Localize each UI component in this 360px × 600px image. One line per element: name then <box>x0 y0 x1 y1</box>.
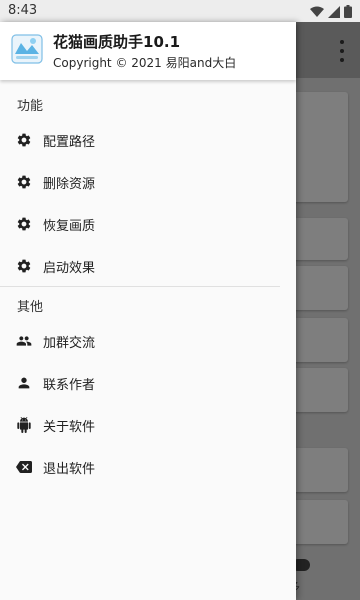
app-copyright: Copyright © 2021 易阳and大白 <box>53 56 237 70</box>
person-icon <box>18 377 30 389</box>
wifi-icon <box>310 6 324 17</box>
menu-item-about-app[interactable]: 关于软件 <box>0 404 296 446</box>
background-card <box>292 92 348 202</box>
signal-icon <box>328 5 340 18</box>
menu-item-exit-app[interactable]: 退出软件 <box>0 446 296 488</box>
menu-item-label: 启动效果 <box>43 261 96 276</box>
section-divider <box>0 286 280 287</box>
gear-icon <box>17 259 31 273</box>
menu-item-delete-resources[interactable]: 删除资源 <box>0 161 296 203</box>
battery-icon <box>344 5 352 18</box>
gear-icon <box>17 175 31 189</box>
menu-item-config-path[interactable]: 配置路径 <box>0 119 296 161</box>
app-title: 花猫画质助手10.1 <box>53 33 181 51</box>
menu-item-label: 恢复画质 <box>43 219 96 234</box>
gear-icon <box>17 133 31 147</box>
section-header-other: 其他 <box>17 300 44 315</box>
navigation-drawer: 花猫画质助手10.1 Copyright © 2021 易阳and大白 功能 配… <box>0 22 296 600</box>
status-bar: 8:43 <box>0 0 360 22</box>
drawer-header: 花猫画质助手10.1 Copyright © 2021 易阳and大白 <box>0 22 296 80</box>
section-header-features: 功能 <box>17 99 44 114</box>
background-card <box>292 266 348 310</box>
android-icon <box>17 417 31 433</box>
menu-item-label: 加群交流 <box>43 336 96 351</box>
overflow-menu-icon[interactable] <box>338 40 346 62</box>
background-card <box>292 500 348 544</box>
status-time: 8:43 <box>8 3 38 18</box>
menu-item-contact-author[interactable]: 联系作者 <box>0 362 296 404</box>
menu-item-join-group[interactable]: 加群交流 <box>0 320 296 362</box>
menu-item-label: 退出软件 <box>43 462 96 477</box>
background-card <box>292 318 348 362</box>
gear-icon <box>17 217 31 231</box>
menu-item-restore-quality[interactable]: 恢复画质 <box>0 203 296 245</box>
menu-item-label: 联系作者 <box>43 378 96 393</box>
menu-item-startup-effect[interactable]: 启动效果 <box>0 245 296 287</box>
app-logo-icon <box>11 34 43 64</box>
background-card <box>292 448 348 492</box>
backspace-icon <box>16 461 32 473</box>
background-card <box>292 218 348 260</box>
group-icon <box>16 336 32 346</box>
menu-item-label: 删除资源 <box>43 177 96 192</box>
menu-item-label: 配置路径 <box>43 135 96 150</box>
status-icons <box>310 5 352 18</box>
menu-item-label: 关于软件 <box>43 420 96 435</box>
background-card <box>292 368 348 412</box>
